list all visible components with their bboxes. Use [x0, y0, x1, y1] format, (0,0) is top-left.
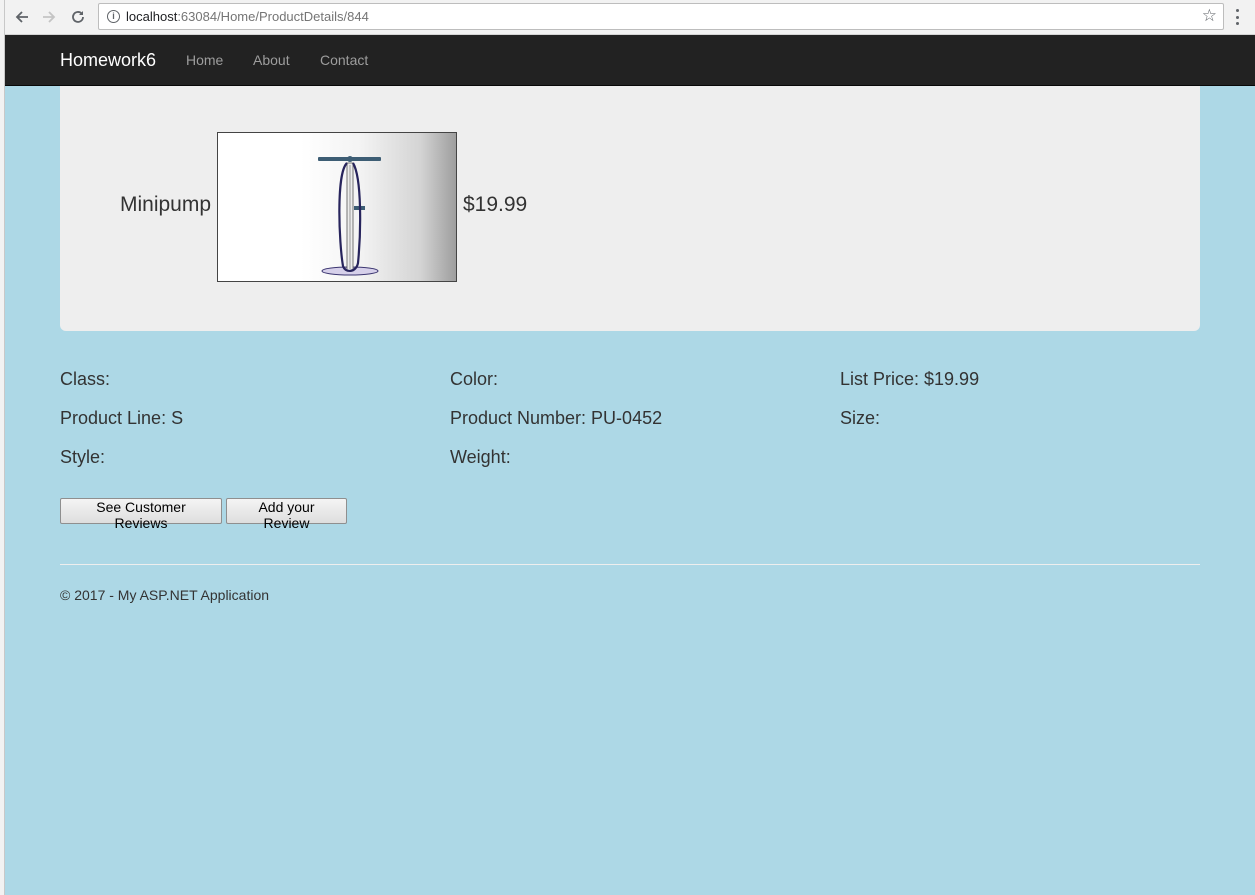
- address-bar[interactable]: i localhost:63084/Home/ProductDetails/84…: [98, 3, 1224, 30]
- detail-class: Class:: [60, 369, 111, 389]
- see-customer-reviews-button[interactable]: See Customer Reviews: [60, 498, 222, 531]
- info-icon[interactable]: i: [107, 10, 120, 23]
- back-arrow-icon[interactable]: [10, 5, 34, 29]
- product-image: [217, 132, 457, 282]
- add-review-button[interactable]: Add your Review: [226, 498, 347, 531]
- nav-link-contact[interactable]: Contact: [320, 52, 368, 68]
- bike-pump-illustration: [318, 156, 381, 276]
- browser-toolbar: i localhost:63084/Home/ProductDetails/84…: [5, 0, 1255, 35]
- url-host: localhost: [126, 9, 178, 24]
- product-name: Minipump: [120, 193, 212, 216]
- detail-list-price: List Price: $19.99: [840, 369, 980, 389]
- product-price: $19.99: [463, 193, 528, 216]
- forward-arrow-icon[interactable]: [37, 5, 61, 29]
- nav-link-about[interactable]: About: [253, 52, 290, 68]
- detail-style: Style:: [60, 447, 106, 467]
- browser-menu-icon[interactable]: [1234, 7, 1240, 27]
- url-path: :63084/Home/ProductDetails/844: [177, 9, 369, 24]
- adjacent-window-edge: [0, 0, 5, 895]
- detail-size: Size:: [840, 408, 881, 428]
- detail-product-line: Product Line: S: [60, 408, 184, 428]
- footer-divider: [60, 564, 1200, 565]
- brand-link[interactable]: Homework6: [60, 50, 156, 71]
- nav-link-home[interactable]: Home: [186, 52, 223, 68]
- bookmark-star-icon[interactable]: ☆: [1202, 7, 1217, 25]
- product-jumbotron: Minipump $19.99: [60, 86, 1200, 331]
- detail-weight: Weight:: [450, 447, 511, 467]
- url-text: localhost:63084/Home/ProductDetails/844: [126, 9, 369, 24]
- detail-color: Color:: [450, 369, 499, 389]
- reload-icon[interactable]: [66, 5, 90, 29]
- detail-product-number: Product Number: PU-0452: [450, 408, 663, 428]
- footer-text: © 2017 - My ASP.NET Application: [60, 587, 270, 603]
- site-navbar: Homework6 Home About Contact: [5, 35, 1255, 86]
